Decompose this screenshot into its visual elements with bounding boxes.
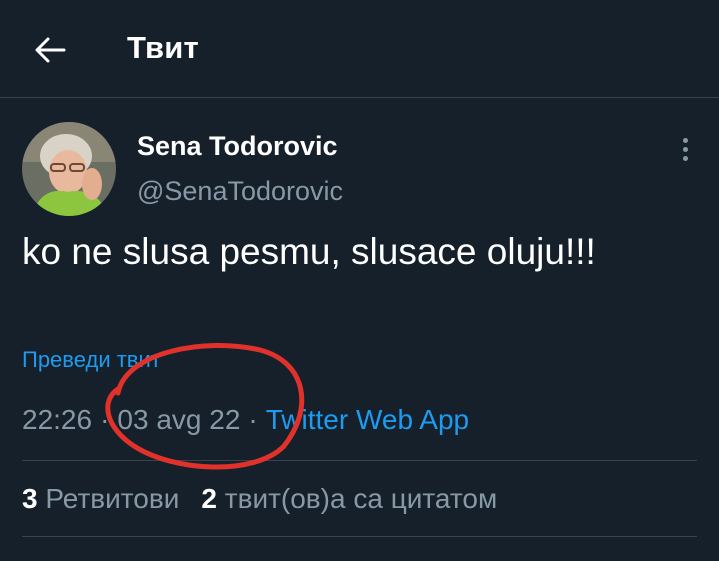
tweet-stats: 3 Ретвитови 2 твит(ов)а са цитатом: [22, 483, 497, 515]
meta-separator: ·: [100, 404, 110, 435]
translate-tweet-link[interactable]: Преведи твит: [22, 347, 161, 373]
author-handle[interactable]: @SenaTodorovic: [137, 176, 343, 207]
meta-separator: ·: [248, 404, 258, 435]
author-name[interactable]: Sena Todorovic: [137, 131, 338, 162]
quotes-label: твит(ов)а са цитатом: [224, 483, 498, 514]
back-button[interactable]: [28, 28, 72, 72]
quotes-stat[interactable]: 2 твит(ов)а са цитатом: [201, 483, 497, 514]
source-app-link[interactable]: Twitter Web App: [266, 404, 469, 435]
page-title: Твит: [127, 30, 199, 65]
retweets-count: 3: [22, 483, 38, 514]
tweet-text: ko ne slusa pesmu, slusace oluju!!!: [22, 231, 596, 272]
arrow-left-icon: [35, 37, 66, 63]
tweet-date[interactable]: 03 avg 22: [117, 404, 240, 435]
divider: [22, 460, 697, 461]
divider: [22, 536, 697, 537]
more-vertical-icon: [682, 137, 688, 143]
retweets-label: Ретвитови: [45, 483, 180, 514]
tweet-meta: 22:26 · 03 avg 22 · Twitter Web App: [22, 404, 469, 436]
quotes-count: 2: [201, 483, 217, 514]
more-options-button[interactable]: [670, 132, 700, 166]
avatar[interactable]: [22, 122, 116, 216]
top-bar: Твит: [0, 0, 719, 98]
avatar-image: [22, 122, 116, 216]
retweets-stat[interactable]: 3 Ретвитови: [22, 483, 179, 514]
tweet-time[interactable]: 22:26: [22, 404, 92, 435]
